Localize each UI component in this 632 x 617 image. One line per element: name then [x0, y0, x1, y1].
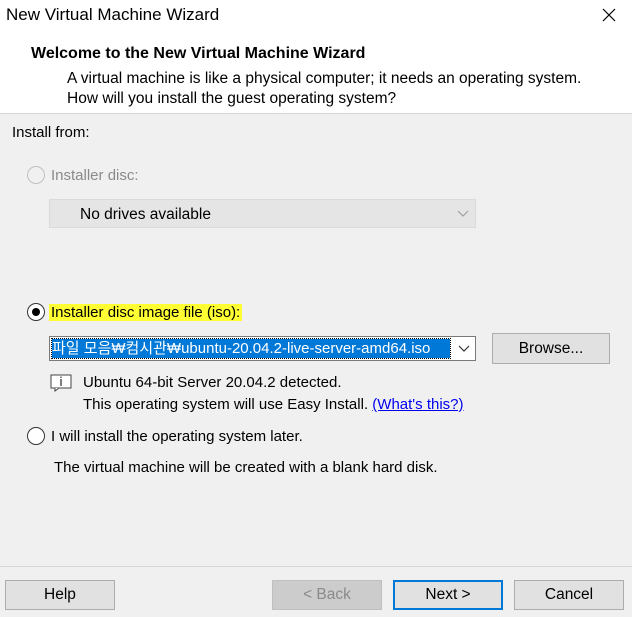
- iso-image-label: Installer disc image file (iso):: [49, 304, 243, 321]
- iso-path-combobox[interactable]: 파일 모음₩컴시관₩ubuntu-20.04.2-live-server-amd…: [49, 336, 476, 361]
- close-button[interactable]: [586, 0, 632, 30]
- installer-disc-dropdown[interactable]: No drives available: [49, 199, 476, 228]
- install-later-description: The virtual machine will be created with…: [54, 459, 438, 476]
- installer-disc-label: Installer disc:: [51, 167, 139, 184]
- next-button[interactable]: Next >: [393, 580, 503, 610]
- chevron-down-icon[interactable]: [458, 343, 470, 353]
- iso-image-label-text: Installer disc image file (iso):: [49, 304, 243, 321]
- easy-install-line: This operating system will use Easy Inst…: [83, 396, 464, 413]
- help-button[interactable]: Help: [5, 580, 115, 610]
- detected-os-text: Ubuntu 64-bit Server 20.04.2 detected.: [83, 374, 342, 391]
- iso-image-radio[interactable]: [27, 303, 45, 321]
- header-description: A virtual machine is like a physical com…: [67, 70, 582, 107]
- iso-path-value: 파일 모음₩컴시관₩ubuntu-20.04.2-live-server-amd…: [52, 340, 431, 357]
- footer-divider: [0, 566, 632, 567]
- chevron-down-icon: [457, 210, 469, 217]
- window-title: New Virtual Machine Wizard: [6, 5, 220, 24]
- title-bar: New Virtual Machine Wizard: [0, 0, 632, 30]
- install-from-label: Install from:: [12, 124, 90, 141]
- install-later-label: I will install the operating system late…: [51, 428, 303, 445]
- cancel-button[interactable]: Cancel: [514, 580, 624, 610]
- installer-disc-dropdown-value: No drives available: [80, 206, 211, 223]
- close-icon: [602, 8, 616, 22]
- back-button[interactable]: < Back: [272, 580, 382, 610]
- easy-install-text: This operating system will use Easy Inst…: [83, 396, 369, 413]
- header-title: Welcome to the New Virtual Machine Wizar…: [31, 45, 366, 62]
- browse-button[interactable]: Browse...: [492, 333, 610, 364]
- iso-path-input[interactable]: 파일 모음₩컴시관₩ubuntu-20.04.2-live-server-amd…: [51, 338, 451, 359]
- whats-this-link[interactable]: (What's this?): [372, 396, 463, 413]
- wizard-header: Welcome to the New Virtual Machine Wizar…: [0, 30, 632, 114]
- info-icon: [50, 374, 72, 392]
- install-later-radio[interactable]: [27, 427, 45, 445]
- installer-disc-radio[interactable]: [27, 166, 45, 184]
